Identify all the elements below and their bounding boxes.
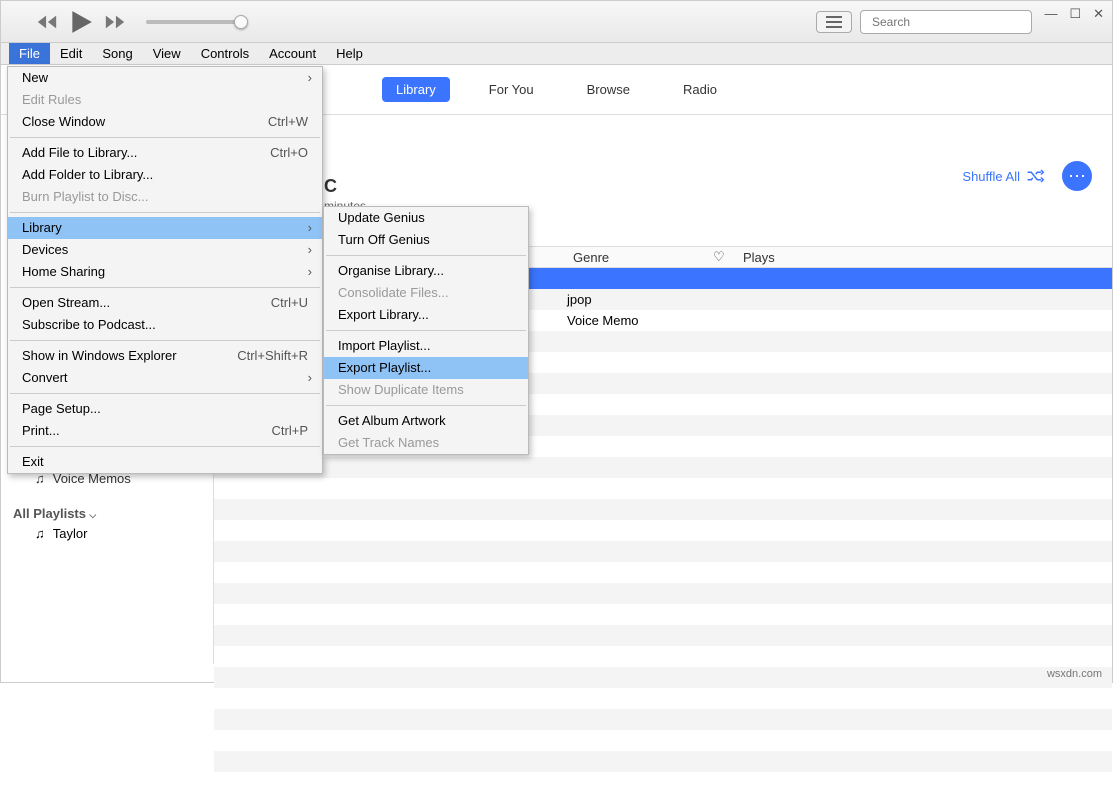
- table-row-empty: [214, 499, 1112, 520]
- titlebar: — ☐ ✕: [1, 1, 1112, 43]
- chevron-right-icon: ›: [308, 261, 312, 283]
- menu-item-show-duplicate-items: Show Duplicate Items: [324, 379, 528, 401]
- menu-item-edit-rules: Edit Rules: [8, 89, 322, 111]
- playlist-icon: ♫: [35, 526, 45, 541]
- menu-item-library[interactable]: Library›: [8, 217, 322, 239]
- col-plays[interactable]: Plays: [737, 250, 1112, 265]
- menu-item-organise-library[interactable]: Organise Library...: [324, 260, 528, 282]
- tab-library[interactable]: Library: [382, 77, 450, 102]
- menu-account[interactable]: Account: [259, 43, 326, 64]
- table-row-empty: [214, 625, 1112, 646]
- prev-button[interactable]: [36, 13, 58, 31]
- table-row-empty: [214, 688, 1112, 709]
- chevron-right-icon: ›: [308, 217, 312, 239]
- library-submenu: Update GeniusTurn Off Genius Organise Lib…: [323, 206, 529, 455]
- menu-item-add-folder-to-library[interactable]: Add Folder to Library...: [8, 164, 322, 186]
- next-button[interactable]: [104, 13, 126, 31]
- shuffle-icon: [1026, 169, 1044, 183]
- close-button[interactable]: ✕: [1093, 6, 1104, 22]
- menu-item-convert[interactable]: Convert›: [8, 367, 322, 389]
- menu-item-home-sharing[interactable]: Home Sharing›: [8, 261, 322, 283]
- list-view-button[interactable]: [816, 11, 852, 33]
- table-row-empty: [214, 751, 1112, 772]
- menu-item-subscribe-to-podcast[interactable]: Subscribe to Podcast...: [8, 314, 322, 336]
- menu-item-show-in-windows-explorer[interactable]: Show in Windows ExplorerCtrl+Shift+R: [8, 345, 322, 367]
- table-row-empty: [214, 583, 1112, 604]
- table-row-empty: [214, 562, 1112, 583]
- table-row-empty: [214, 709, 1112, 730]
- volume-slider[interactable]: [146, 20, 241, 24]
- table-row-empty: [214, 772, 1112, 793]
- chevron-right-icon: ›: [308, 367, 312, 389]
- watermark: wsxdn.com: [1047, 668, 1102, 680]
- menu-item-print[interactable]: Print...Ctrl+P: [8, 420, 322, 442]
- menu-item-exit[interactable]: Exit: [8, 451, 322, 473]
- menu-help[interactable]: Help: [326, 43, 373, 64]
- menu-item-devices[interactable]: Devices›: [8, 239, 322, 261]
- menubar: FileEditSongViewControlsAccountHelp: [1, 43, 1112, 65]
- table-row-empty: [214, 667, 1112, 688]
- table-row-empty: [214, 646, 1112, 667]
- chevron-right-icon: ›: [308, 239, 312, 261]
- menu-item-add-file-to-library[interactable]: Add File to Library...Ctrl+O: [8, 142, 322, 164]
- menu-item-page-setup[interactable]: Page Setup...: [8, 398, 322, 420]
- tab-for-you[interactable]: For You: [475, 77, 548, 102]
- col-heart[interactable]: ♡: [707, 249, 737, 265]
- sidebar-section-all-playlists[interactable]: All Playlists ⌵: [13, 506, 96, 521]
- menu-item-import-playlist[interactable]: Import Playlist...: [324, 335, 528, 357]
- menu-file[interactable]: File: [9, 43, 50, 64]
- table-row-empty: [214, 604, 1112, 625]
- shuffle-all-button[interactable]: Shuffle All: [962, 169, 1044, 184]
- menu-item-close-window[interactable]: Close WindowCtrl+W: [8, 111, 322, 133]
- menu-item-turn-off-genius[interactable]: Turn Off Genius: [324, 229, 528, 251]
- menu-item-update-genius[interactable]: Update Genius: [324, 207, 528, 229]
- tab-browse[interactable]: Browse: [573, 77, 644, 102]
- menu-item-export-playlist[interactable]: Export Playlist...: [324, 357, 528, 379]
- table-row-empty: [214, 730, 1112, 751]
- menu-item-open-stream[interactable]: Open Stream...Ctrl+U: [8, 292, 322, 314]
- search-input[interactable]: [872, 15, 1027, 29]
- menu-item-consolidate-files: Consolidate Files...: [324, 282, 528, 304]
- table-row-empty: [214, 541, 1112, 562]
- file-menu: New›Edit RulesClose WindowCtrl+W Add File…: [7, 66, 323, 474]
- menu-item-new[interactable]: New›: [8, 67, 322, 89]
- search-box[interactable]: [860, 10, 1032, 34]
- more-button[interactable]: ⋯: [1062, 161, 1092, 191]
- menu-view[interactable]: View: [143, 43, 191, 64]
- menu-item-export-library[interactable]: Export Library...: [324, 304, 528, 326]
- menu-item-get-album-artwork[interactable]: Get Album Artwork: [324, 410, 528, 432]
- minimize-button[interactable]: —: [1044, 6, 1057, 22]
- menu-song[interactable]: Song: [92, 43, 142, 64]
- menu-item-burn-playlist-to-disc: Burn Playlist to Disc...: [8, 186, 322, 208]
- col-genre[interactable]: Genre: [567, 250, 707, 265]
- maximize-button[interactable]: ☐: [1069, 6, 1081, 22]
- chevron-right-icon: ›: [308, 67, 312, 89]
- sidebar-item-taylor[interactable]: ♫ Taylor: [35, 526, 87, 541]
- table-row-empty: [214, 457, 1112, 478]
- table-row-empty: [214, 520, 1112, 541]
- page-title: C: [324, 176, 337, 197]
- table-row-empty: [214, 478, 1112, 499]
- chevron-down-icon: ⌵: [89, 510, 96, 520]
- menu-controls[interactable]: Controls: [191, 43, 259, 64]
- menu-edit[interactable]: Edit: [50, 43, 92, 64]
- play-button[interactable]: [68, 9, 94, 35]
- tab-radio[interactable]: Radio: [669, 77, 731, 102]
- menu-item-get-track-names: Get Track Names: [324, 432, 528, 454]
